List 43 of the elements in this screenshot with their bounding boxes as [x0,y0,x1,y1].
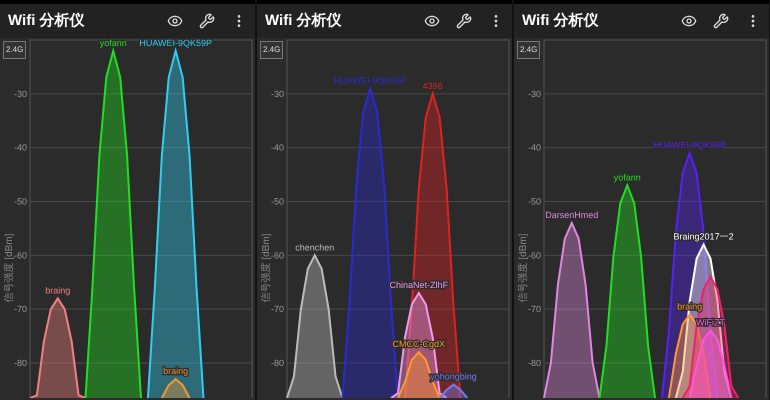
tick-label: -80 [528,358,541,368]
wrench-icon[interactable] [199,13,215,29]
app-title: Wifi 分析仪 [522,10,600,31]
wrench-icon[interactable] [456,13,472,29]
tick-label: -70 [270,304,284,314]
tick-label: -60 [528,250,541,260]
network-label: HUAWEI-9QK59P [334,75,407,86]
tick-label: -30 [270,88,284,99]
band-badge[interactable]: 2.4G [517,41,540,59]
tick-label: -40 [270,142,284,153]
eye-icon[interactable] [681,13,697,29]
network-label: HUAWEI-9QK59P [653,140,726,150]
network-label: chenchen [295,242,334,252]
axis-label: 信号强度 [dBm] [261,234,272,302]
tick-label: -40 [14,142,27,153]
tick-label: -30 [528,88,541,99]
tick-label: -60 [270,250,284,260]
app-title: Wifi 分析仪 [265,10,343,31]
eye-icon[interactable] [424,13,440,29]
network-label: yofann [614,172,641,182]
tick-label: -80 [270,358,284,368]
network-label: braing [45,285,70,296]
tick-label: -50 [270,196,284,206]
band-badge[interactable]: 2.4G [260,41,284,59]
tick-label: -40 [528,142,541,153]
tick-label: -80 [14,358,27,368]
tick-label: -60 [14,250,27,260]
network-label: HUAWEI-9QK59P [139,38,212,48]
network-label: yofann [100,38,127,48]
tick-label: -30 [14,88,27,99]
band-badge[interactable]: 2.4G [3,41,26,59]
axis-label: 信号强度 [dBm] [4,234,15,302]
axis-label: 信号强度 [dBm] [518,234,529,302]
tick-label: -50 [14,196,27,206]
network-label: braing [163,366,188,376]
app-title: Wifi 分析仪 [8,10,86,31]
eye-icon[interactable] [167,13,183,29]
tick-label: -50 [528,196,541,206]
tick-label: -70 [528,304,541,314]
wrench-icon[interactable] [713,13,729,29]
network-label: DarsenHmed [545,210,598,220]
network-label: 4396 [422,80,443,91]
tick-label: -70 [14,304,27,314]
